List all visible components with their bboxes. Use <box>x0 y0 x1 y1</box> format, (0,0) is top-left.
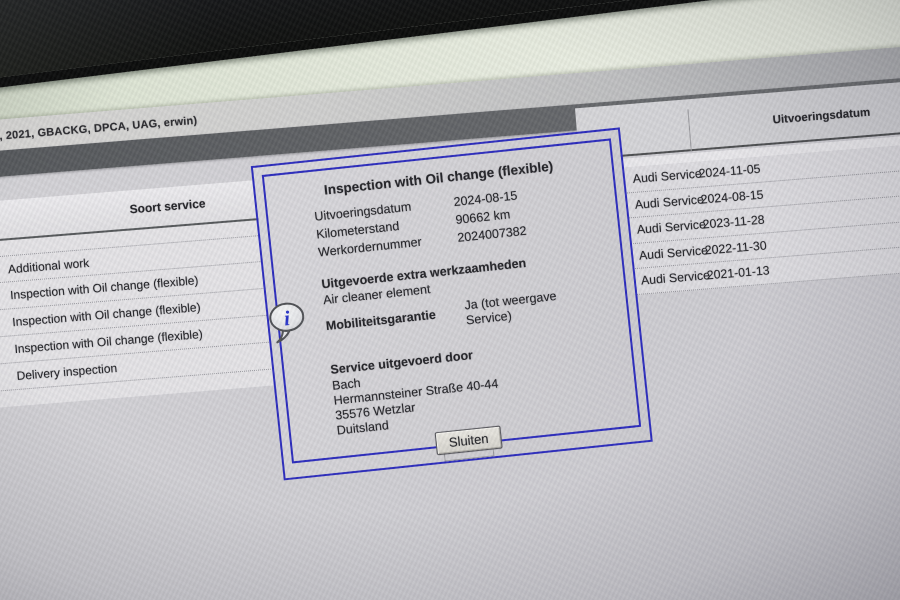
service-detail-dialog: i Inspection with Oil change (flexible) … <box>251 127 653 480</box>
service-type-panel: Soort service Additional work Inspection… <box>0 179 288 413</box>
service-date-column-header: Uitvoeringsdatum <box>746 105 896 129</box>
service-date: 2024-08-15 <box>700 182 765 211</box>
monitor-photo: , 2021, GBACKG, DPCA, UAG, erwin) Soort … <box>0 0 900 600</box>
service-type-list: Additional work Inspection with Oil chan… <box>0 234 287 398</box>
service-date: 2022-11-30 <box>704 233 768 262</box>
screen-content: , 2021, GBACKG, DPCA, UAG, erwin) Soort … <box>0 0 900 600</box>
info-bubble-icon: i <box>265 299 311 345</box>
service-date: 2021-01-13 <box>706 258 771 287</box>
column-divider <box>687 109 691 151</box>
service-provider: Audi Service <box>640 263 708 293</box>
service-type-column-header: Soort service <box>97 194 238 219</box>
service-date: 2023-11-28 <box>702 208 766 237</box>
service-date: 2024-11-05 <box>698 157 762 186</box>
